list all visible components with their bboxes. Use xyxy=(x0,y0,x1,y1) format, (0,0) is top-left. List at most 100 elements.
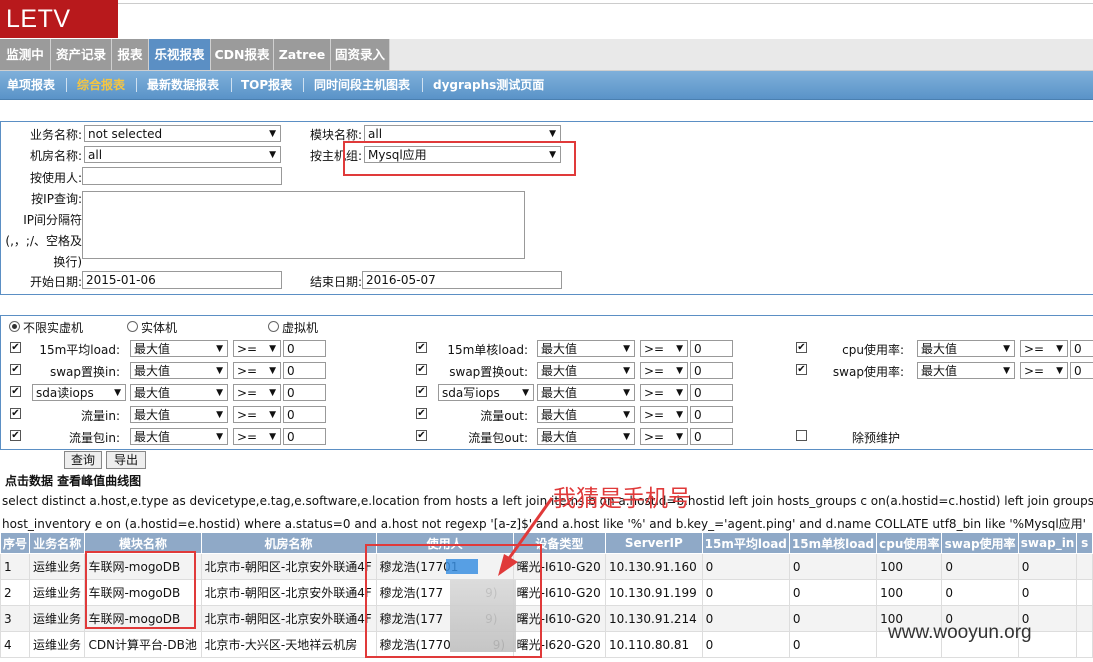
metric-value-input[interactable]: 0 xyxy=(690,428,733,445)
metric-agg-select[interactable]: 最大值 ▼ xyxy=(130,384,228,401)
subnav-same-period[interactable]: 同时间段主机图表 xyxy=(314,71,410,99)
column-header[interactable]: swap_in xyxy=(1017,532,1078,554)
table-cell[interactable]: 0 xyxy=(788,579,878,606)
metric-agg-select[interactable]: 最大值 ▼ xyxy=(537,406,635,423)
metric-agg-select[interactable]: 最大值 ▼ xyxy=(537,340,635,357)
radio-virtual[interactable] xyxy=(268,321,279,332)
column-header[interactable]: 15m平均load xyxy=(701,532,790,554)
radio-physical[interactable] xyxy=(127,321,138,332)
nav-letv-reports[interactable]: 乐视报表 xyxy=(149,39,211,70)
column-header[interactable]: swap使用率 xyxy=(941,532,1019,554)
table-cell[interactable]: 北京市-朝阳区-北京安外联通4F xyxy=(200,553,377,580)
metric-value-input[interactable]: 0 xyxy=(283,406,326,423)
table-cell[interactable]: 0 xyxy=(941,553,1019,580)
metric-op-select[interactable]: >= ▼ xyxy=(640,384,688,401)
metric-value-input[interactable]: 0 xyxy=(283,340,326,357)
user-input[interactable] xyxy=(82,167,282,185)
column-header[interactable]: ServerIP xyxy=(605,532,703,554)
metric-op-select[interactable]: >= ▼ xyxy=(640,406,688,423)
nav-reports[interactable]: 报表 xyxy=(112,39,149,70)
metric-op-select[interactable]: >= ▼ xyxy=(233,362,281,379)
metric-agg-select[interactable]: 最大值 ▼ xyxy=(130,406,228,423)
subnav-composite[interactable]: 综合报表 xyxy=(77,71,125,99)
table-cell[interactable]: 1 xyxy=(0,553,31,580)
metric-agg-select[interactable]: 最大值 ▼ xyxy=(537,362,635,379)
metric-agg-select[interactable]: 最大值 ▼ xyxy=(537,384,635,401)
metric-value-input[interactable]: 0 xyxy=(690,340,733,357)
export-button[interactable]: 导出 xyxy=(106,451,146,469)
metric-op-select[interactable]: >= ▼ xyxy=(640,428,688,445)
table-cell[interactable]: 10.130.91.199 xyxy=(605,579,703,606)
table-cell[interactable]: 4 xyxy=(0,631,31,658)
subnav-top[interactable]: TOP报表 xyxy=(241,71,292,99)
table-cell[interactable]: 3 xyxy=(0,605,31,632)
nav-monitor[interactable]: 监测中 xyxy=(0,39,51,70)
metric-value-input[interactable]: 0 xyxy=(283,362,326,379)
metric-op-select[interactable]: >= ▼ xyxy=(640,362,688,379)
table-cell[interactable] xyxy=(1076,579,1093,606)
table-cell[interactable]: 10.130.91.160 xyxy=(605,553,703,580)
metric-value-input[interactable]: 0 xyxy=(690,384,733,401)
column-header[interactable]: 机房名称 xyxy=(200,532,377,554)
table-cell[interactable]: CDN计算平台-DB池 xyxy=(84,631,202,658)
exclude-checkbox[interactable] xyxy=(796,430,807,441)
nav-zatree[interactable]: Zatree xyxy=(274,39,331,70)
metric-agg-select[interactable]: 最大值 ▼ xyxy=(917,362,1015,379)
metric-agg-select[interactable]: 最大值 ▼ xyxy=(130,428,228,445)
metric-agg-select[interactable]: 最大值 ▼ xyxy=(917,340,1015,357)
module-select[interactable]: all ▼ xyxy=(364,125,561,142)
table-cell[interactable]: 0 xyxy=(701,579,790,606)
metric-value-input[interactable]: 0 xyxy=(690,362,733,379)
radio-all-machines[interactable] xyxy=(9,321,20,332)
query-button[interactable]: 查询 xyxy=(64,451,102,469)
table-cell[interactable]: 0 xyxy=(1017,553,1078,580)
column-header[interactable]: cpu使用率 xyxy=(876,532,943,554)
table-cell[interactable] xyxy=(1076,605,1093,632)
metric-value-input[interactable]: 0 xyxy=(283,384,326,401)
table-cell[interactable]: 0 xyxy=(701,631,790,658)
metric-agg-select[interactable]: 最大值 ▼ xyxy=(537,428,635,445)
table-cell[interactable] xyxy=(1076,553,1093,580)
metric-checkbox[interactable]: ✔ xyxy=(416,386,427,397)
column-header[interactable]: 15m单核load xyxy=(788,532,878,554)
subnav-latest[interactable]: 最新数据报表 xyxy=(147,71,219,99)
metric-value-input[interactable]: 0 xyxy=(1070,362,1093,379)
metric-checkbox[interactable]: ✔ xyxy=(10,386,21,397)
table-cell[interactable]: 0 xyxy=(941,579,1019,606)
subnav-dygraphs[interactable]: dygraphs测试页面 xyxy=(433,71,544,99)
room-select[interactable]: all ▼ xyxy=(84,146,281,163)
table-cell[interactable]: 运维业务 xyxy=(29,553,86,580)
column-header[interactable]: s xyxy=(1076,532,1093,554)
metric-op-select[interactable]: >= ▼ xyxy=(233,384,281,401)
ip-textarea[interactable] xyxy=(82,191,525,259)
metric-disk-select[interactable]: sda写iops ▼ xyxy=(438,384,534,401)
table-cell[interactable]: 100 xyxy=(876,553,943,580)
metric-agg-select[interactable]: 最大值 ▼ xyxy=(130,340,228,357)
metric-value-input[interactable]: 0 xyxy=(1070,340,1093,357)
business-select[interactable]: not selected ▼ xyxy=(84,125,281,142)
metric-op-select[interactable]: >= ▼ xyxy=(233,428,281,445)
column-header[interactable]: 业务名称 xyxy=(29,532,86,554)
table-cell[interactable]: 运维业务 xyxy=(29,579,86,606)
metric-disk-select[interactable]: sda读iops ▼ xyxy=(32,384,126,401)
metric-value-input[interactable]: 0 xyxy=(283,428,326,445)
metric-agg-select[interactable]: 最大值 ▼ xyxy=(130,362,228,379)
table-cell[interactable]: 10.110.80.81 xyxy=(605,631,703,658)
metric-op-select[interactable]: >= ▼ xyxy=(1020,362,1068,379)
table-cell[interactable] xyxy=(1076,631,1093,658)
table-cell[interactable]: 2 xyxy=(0,579,31,606)
column-header[interactable]: 序号 xyxy=(0,532,31,554)
table-cell[interactable]: 0 xyxy=(788,553,878,580)
table-cell[interactable]: 运维业务 xyxy=(29,631,86,658)
table-cell[interactable]: 100 xyxy=(876,579,943,606)
table-cell[interactable]: 北京市-朝阳区-北京安外联通4F xyxy=(200,605,377,632)
table-cell[interactable]: 0 xyxy=(788,631,878,658)
table-cell[interactable]: 0 xyxy=(1017,579,1078,606)
table-cell[interactable]: 0 xyxy=(701,605,790,632)
table-cell[interactable]: 北京市-大兴区-天地祥云机房 xyxy=(200,631,377,658)
end-date-input[interactable]: 2016-05-07 xyxy=(362,271,562,289)
start-date-input[interactable]: 2015-01-06 xyxy=(82,271,282,289)
metric-op-select[interactable]: >= ▼ xyxy=(233,406,281,423)
table-cell[interactable]: 10.130.91.214 xyxy=(605,605,703,632)
table-cell[interactable]: 0 xyxy=(788,605,878,632)
